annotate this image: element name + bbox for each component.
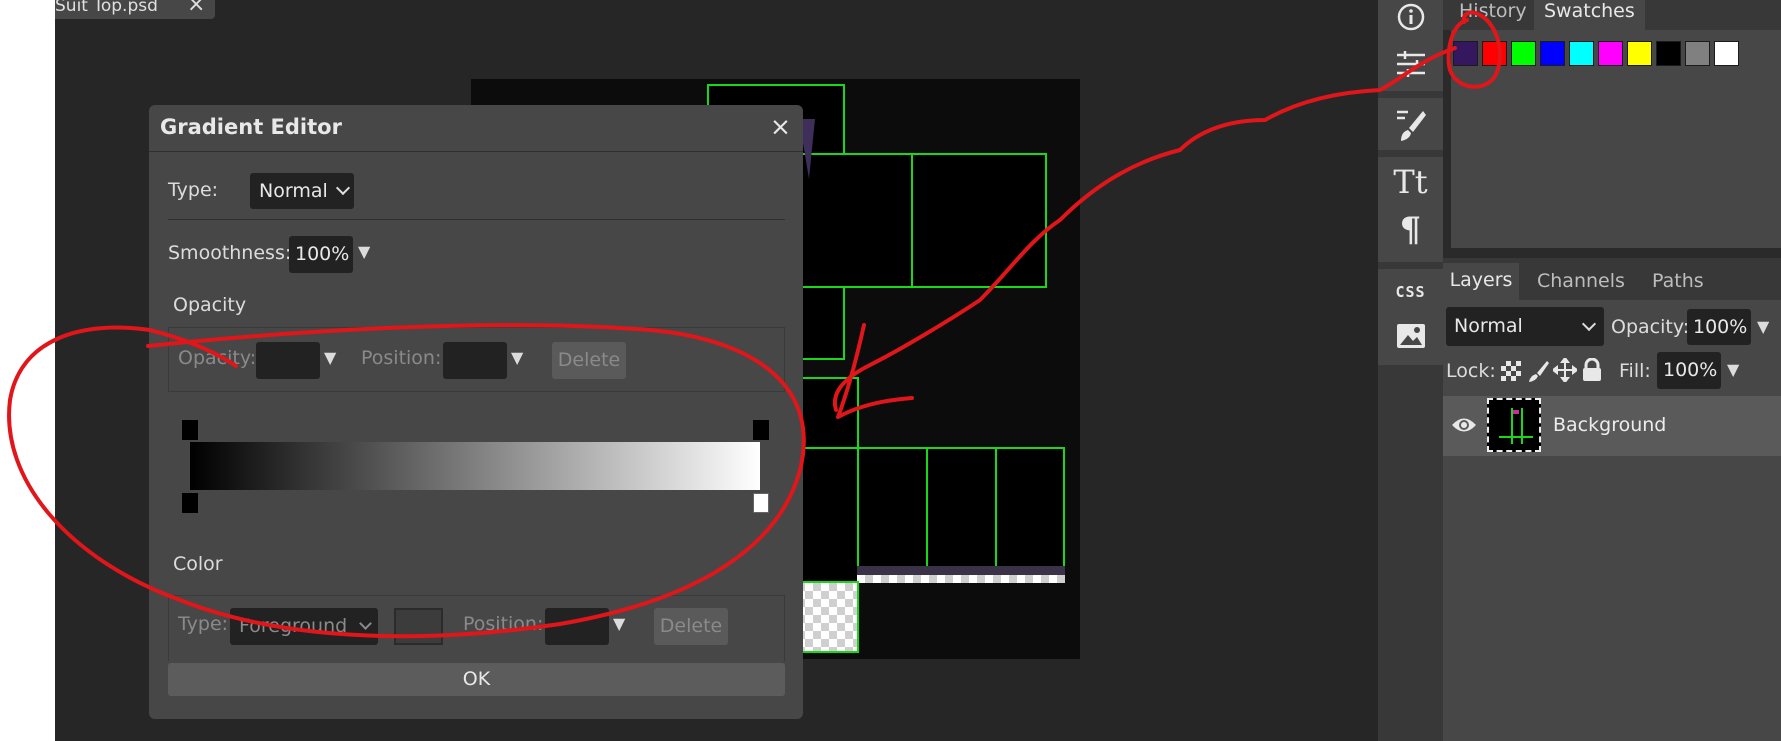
annotation-circle-swatch	[1446, 10, 1502, 89]
annotation-overlay	[7, 10, 1502, 639]
annotation-arrow-head	[836, 323, 914, 419]
annotation-curve-arrow	[832, 46, 1457, 412]
annotation-loop	[7, 323, 806, 639]
